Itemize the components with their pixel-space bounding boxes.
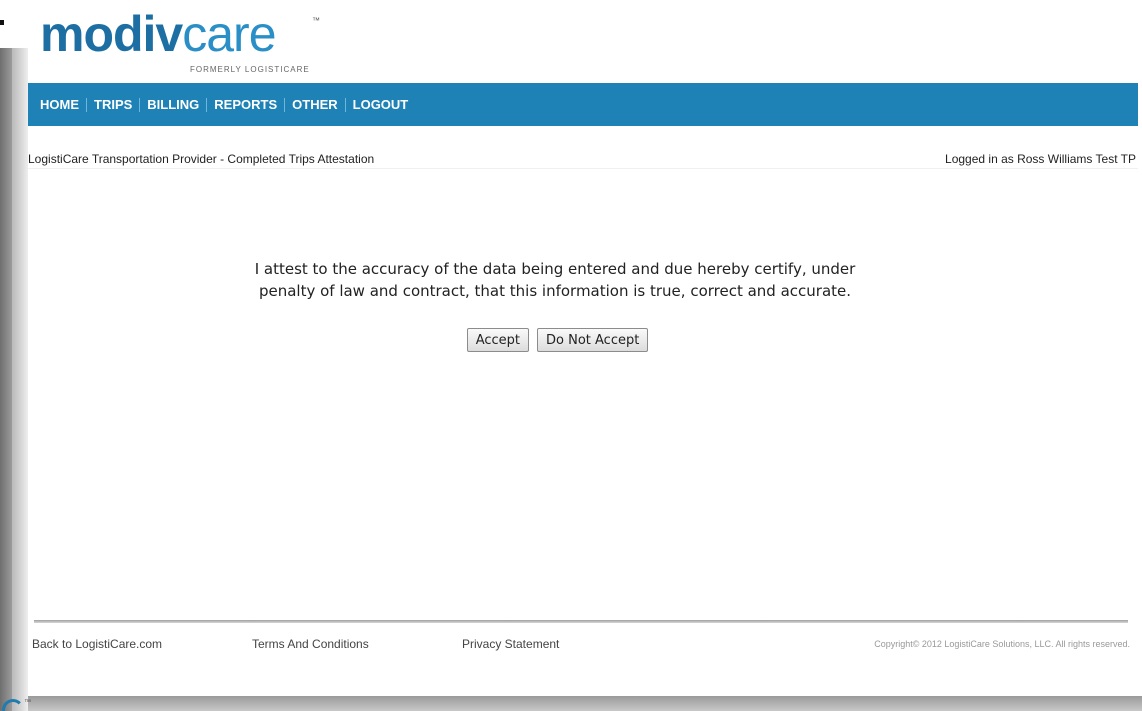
modivcare-logo: modivcare ™ FORMERLY LOGISTICARE <box>40 6 340 76</box>
attestation-line-1: I attest to the accuracy of the data bei… <box>254 260 856 278</box>
page-title: LogistiCare Transportation Provider - Co… <box>28 152 375 166</box>
left-frame <box>0 48 28 711</box>
logo-wordmark-bold: modiv <box>40 6 183 62</box>
nav-reports[interactable]: REPORTS <box>207 97 286 112</box>
attestation-line-2: penalty of law and contract, that this i… <box>258 282 852 300</box>
nav-logout[interactable]: LOGOUT <box>346 97 416 112</box>
logo-subtitle: FORMERLY LOGISTICARE <box>190 65 310 74</box>
nav-other[interactable]: OTHER <box>285 97 346 112</box>
copyright-text: Copyright© 2012 LogistiCare Solutions, L… <box>874 639 1130 649</box>
logo-wordmark-light: care <box>182 6 276 62</box>
bottom-frame <box>28 696 1142 711</box>
attestation-statement: I attest to the accuracy of the data bei… <box>160 258 950 302</box>
accept-button[interactable]: Accept <box>466 328 529 352</box>
back-to-site-link[interactable]: Back to LogistiCare.com <box>32 637 162 651</box>
header-divider <box>28 168 1138 169</box>
logged-in-status: Logged in as Ross Williams Test TP <box>945 152 1136 166</box>
footer: Back to LogistiCare.com Terms And Condit… <box>32 637 1132 653</box>
main-nav: HOME TRIPS BILLING REPORTS OTHER LOGOUT <box>28 83 1138 126</box>
logo-trademark: ™ <box>312 16 320 25</box>
corner-dot <box>0 20 4 25</box>
nav-trips[interactable]: TRIPS <box>87 97 141 112</box>
do-not-accept-button[interactable]: Do Not Accept <box>537 328 649 352</box>
left-frame-shadow <box>0 48 12 711</box>
corner-trademark: ™ <box>24 699 31 706</box>
nav-home[interactable]: HOME <box>40 97 87 112</box>
logo-wordmark: modivcare <box>40 6 277 62</box>
footer-divider <box>34 620 1128 623</box>
terms-link[interactable]: Terms And Conditions <box>252 637 369 651</box>
attestation-buttons: Accept Do Not Accept <box>0 328 1110 352</box>
privacy-link[interactable]: Privacy Statement <box>462 637 559 651</box>
nav-billing[interactable]: BILLING <box>140 97 208 112</box>
